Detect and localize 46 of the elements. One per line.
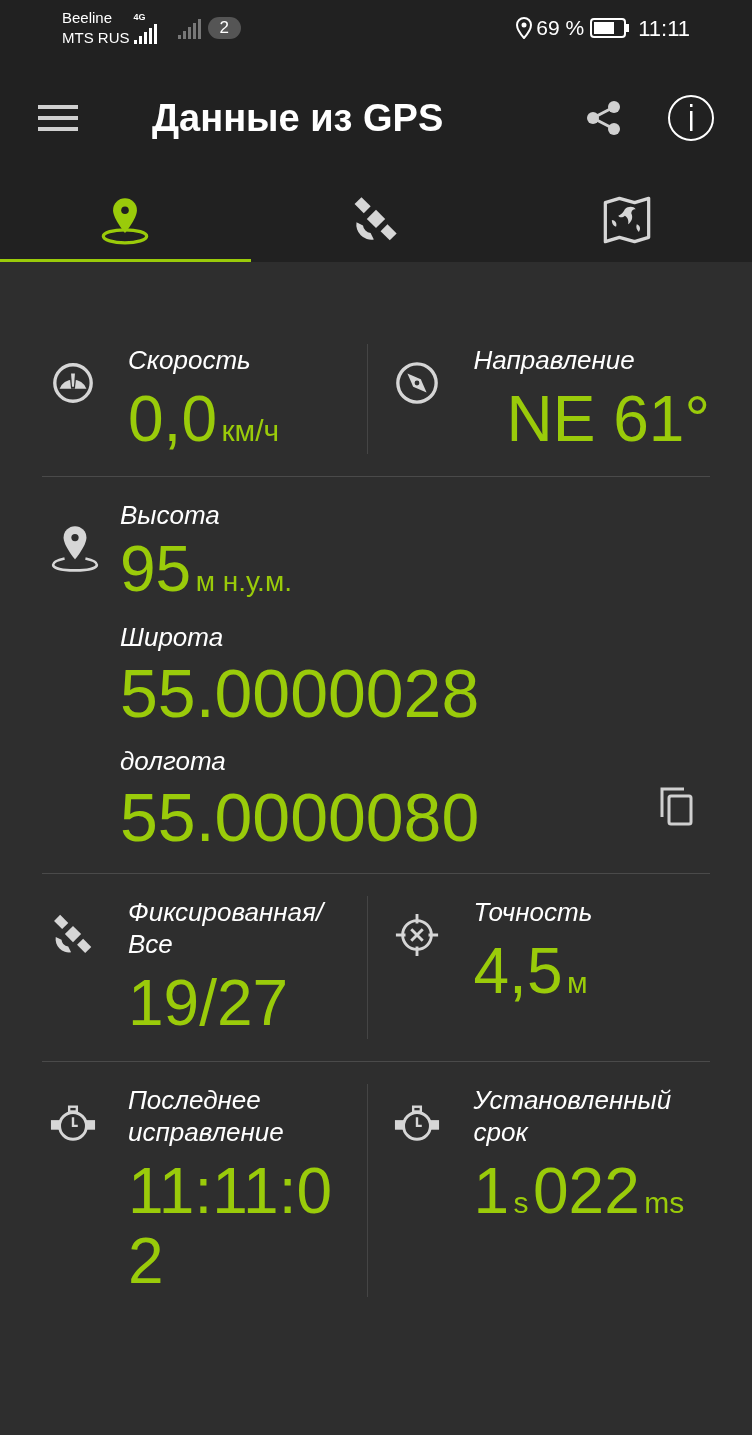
app-title: Данные из GPS: [152, 95, 444, 141]
field-label: Фиксированная/: [128, 896, 327, 929]
field-label: Все: [128, 928, 174, 961]
field-label: Скорость: [128, 344, 252, 376]
network-type: 4G: [133, 12, 146, 22]
field-label: срок: [473, 1115, 530, 1148]
reading-value: 11:11:02: [128, 1154, 333, 1298]
reading-value: NE 61°: [506, 383, 710, 455]
battery-icon: [590, 18, 631, 38]
location-icon: [515, 17, 534, 39]
unit-label: м н.у.м.: [195, 566, 292, 598]
reading-value: 19/27: [128, 967, 289, 1040]
signal-icon: [133, 22, 158, 44]
unit-label: м: [566, 966, 588, 1000]
reading-value: 022: [533, 1154, 640, 1227]
reading-value: 95: [120, 533, 192, 606]
reading-value: 55.0000080: [120, 779, 480, 856]
unit-label: ms: [644, 1185, 685, 1219]
carrier-name: Beeline: [62, 8, 114, 28]
speedometer-icon: [50, 360, 96, 406]
field-label: Установленный: [473, 1083, 673, 1116]
reading-value: 4,5: [473, 935, 563, 1008]
field-label: исправление: [128, 1115, 285, 1148]
info-icon: [687, 104, 695, 132]
info-button[interactable]: [668, 95, 714, 141]
clock: 11:11: [638, 14, 690, 43]
reading-value: 55.0000028: [120, 655, 480, 732]
carrier-name: MTS RUS: [62, 28, 130, 48]
unit-label: км/ч: [221, 414, 280, 447]
field-label: Направление: [473, 344, 636, 376]
reading-value: 0,0: [128, 383, 217, 455]
crosshair-icon: [393, 912, 440, 959]
battery-percent: 69 %: [536, 15, 585, 42]
field-label: долгота: [120, 745, 227, 778]
field-label: Последнее: [128, 1083, 262, 1116]
sim-badge: 2: [207, 17, 241, 39]
menu-button[interactable]: [38, 103, 80, 133]
field-label: Широта: [120, 621, 225, 654]
compass-icon: [393, 360, 440, 406]
location-pin-icon: [50, 523, 100, 574]
copy-button[interactable]: [658, 785, 696, 828]
field-label: Точность: [473, 896, 594, 929]
field-label: Высота: [120, 499, 221, 532]
signal-icon: [177, 17, 202, 39]
unit-label: s: [513, 1185, 529, 1219]
reading-value: 1: [473, 1154, 510, 1227]
